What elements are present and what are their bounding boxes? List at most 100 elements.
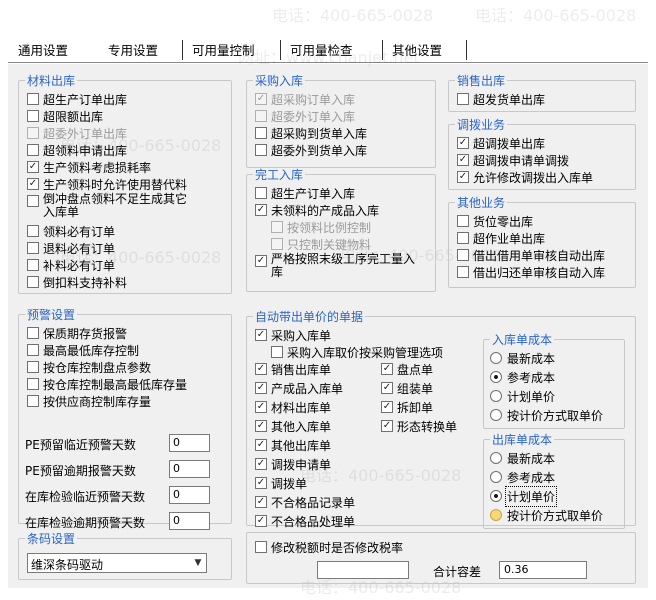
- checkbox-option[interactable]: 借出借用单审核自动出库: [457, 247, 605, 264]
- checkbox-option[interactable]: ✓ 销售出库单: [255, 361, 331, 378]
- checkbox-option[interactable]: 按供应商控制库存量: [27, 393, 151, 410]
- radio-unselected[interactable]: [490, 471, 502, 483]
- radio-selected[interactable]: [490, 490, 502, 502]
- checkbox-option[interactable]: ✓ 超调拨申请单调拨: [457, 152, 569, 169]
- checkbox-unchecked[interactable]: [255, 127, 267, 139]
- checkbox-option[interactable]: 最高最低库存控制: [27, 342, 139, 359]
- checkbox-unchecked[interactable]: [457, 215, 469, 227]
- checkbox-option[interactable]: ✓ 超调拨单出库: [457, 135, 545, 152]
- radio-selected[interactable]: [490, 371, 502, 383]
- checkbox-option[interactable]: 超领料申请出库: [27, 142, 127, 159]
- checkbox-option[interactable]: 超限额出库: [27, 108, 103, 125]
- checkbox-unchecked[interactable]: [27, 344, 39, 356]
- radio-unselected[interactable]: [490, 352, 502, 364]
- radio-unselected[interactable]: [490, 409, 502, 421]
- radio-unselected[interactable]: [490, 509, 502, 521]
- checkbox-option[interactable]: 货位零出库: [457, 213, 533, 230]
- checkbox-checked[interactable]: ✓: [255, 458, 267, 470]
- checkbox-option[interactable]: ✓ 其他入库单: [255, 418, 331, 435]
- radio-option[interactable]: 计划单价: [490, 486, 558, 507]
- checkbox-option[interactable]: ✓ 生产领料时允许使用替代料: [27, 176, 187, 193]
- checkbox-unchecked[interactable]: [27, 93, 39, 105]
- checkbox-option[interactable]: ✓ 采购入库单: [255, 327, 331, 344]
- radio-option[interactable]: 按计价方式取单价: [490, 507, 603, 524]
- checkbox-checked[interactable]: ✓: [381, 382, 393, 394]
- radio-option[interactable]: 参考成本: [490, 369, 555, 386]
- checkbox-unchecked[interactable]: [27, 276, 39, 288]
- checkbox-option[interactable]: ✓ 盘点单: [381, 361, 433, 378]
- checkbox-checked[interactable]: ✓: [381, 420, 393, 432]
- checkbox-option[interactable]: ✓ 产成品入库单: [255, 380, 343, 397]
- chevron-down-icon[interactable]: ▼: [190, 554, 206, 572]
- checkbox-unchecked[interactable]: [27, 378, 39, 390]
- checkbox-checked[interactable]: ✓: [381, 363, 393, 375]
- tab-available-check[interactable]: 可用量检查: [290, 42, 353, 60]
- stock-inspect-overdue-input[interactable]: 0: [169, 512, 210, 530]
- checkbox-unchecked[interactable]: [27, 327, 39, 339]
- checkbox-unchecked[interactable]: [457, 249, 469, 261]
- checkbox-unchecked[interactable]: [27, 259, 39, 271]
- radio-option[interactable]: 计划单价: [490, 388, 555, 405]
- checkbox-option[interactable]: 倒冲盘点领料不足生成其它入库单: [27, 193, 197, 219]
- checkbox-option[interactable]: ✓ 材料出库单: [255, 399, 331, 416]
- checkbox-option[interactable]: 超委外到货单入库: [255, 142, 367, 159]
- checkbox-option[interactable]: 补料必有订单: [27, 257, 115, 274]
- radio-option[interactable]: 最新成本: [490, 450, 555, 467]
- radio-option[interactable]: 最新成本: [490, 350, 555, 367]
- checkbox-unchecked[interactable]: [271, 346, 283, 358]
- checkbox-option[interactable]: ✓ 调拨申请单: [255, 456, 331, 473]
- pe-reserve-overdue-input[interactable]: 0: [169, 460, 210, 478]
- checkbox-unchecked[interactable]: [27, 361, 39, 373]
- checkbox-option[interactable]: ✓ 形态转换单: [381, 418, 457, 435]
- checkbox-option[interactable]: ✓ 允许修改调拨出入库单: [457, 169, 593, 186]
- tab-special[interactable]: 专用设置: [108, 42, 158, 60]
- checkbox-checked[interactable]: ✓: [381, 401, 393, 413]
- stock-inspect-near-input[interactable]: 0: [169, 486, 210, 504]
- checkbox-option[interactable]: 按仓库控制盘点参数: [27, 359, 151, 376]
- radio-unselected[interactable]: [490, 452, 502, 464]
- checkbox-unchecked[interactable]: [457, 232, 469, 244]
- checkbox-option[interactable]: 领料必有订单: [27, 223, 115, 240]
- checkbox-checked[interactable]: ✓: [255, 477, 267, 489]
- checkbox-option[interactable]: ✓ 调拨单: [255, 475, 307, 492]
- checkbox-option[interactable]: 超生产订单入库: [255, 185, 355, 202]
- tab-available-control[interactable]: 可用量控制: [192, 42, 255, 60]
- checkbox-checked[interactable]: ✓: [255, 204, 267, 216]
- checkbox-option[interactable]: 按仓库控制最高最低库存量: [27, 376, 187, 393]
- checkbox-checked[interactable]: ✓: [255, 496, 267, 508]
- checkbox-checked[interactable]: ✓: [255, 255, 267, 267]
- checkbox-checked[interactable]: ✓: [457, 171, 469, 183]
- checkbox-unchecked[interactable]: [27, 195, 39, 207]
- barcode-driver-select[interactable]: 维深条码驱动 ▼: [27, 553, 207, 573]
- checkbox-option[interactable]: ✓ 不合格品处理单: [255, 513, 355, 530]
- radio-option[interactable]: 参考成本: [490, 469, 555, 486]
- checkbox-checked[interactable]: ✓: [457, 137, 469, 149]
- checkbox-option[interactable]: ✓ 严格按照末级工序完工量入库: [255, 253, 425, 279]
- checkbox-unchecked[interactable]: [27, 110, 39, 122]
- checkbox-option[interactable]: 超发货单出库: [457, 91, 545, 108]
- checkbox-option[interactable]: ✓ 生产领料考虑损耗率: [27, 159, 151, 176]
- checkbox-checked[interactable]: ✓: [255, 382, 267, 394]
- checkbox-unchecked[interactable]: [255, 144, 267, 156]
- modify-tax-rate-checkbox[interactable]: 修改税额时是否修改税率: [255, 539, 403, 556]
- checkbox-option[interactable]: ✓ 其他出库单: [255, 437, 331, 454]
- checkbox-option[interactable]: ✓ 组装单: [381, 380, 433, 397]
- checkbox-box[interactable]: [255, 541, 267, 553]
- checkbox-option[interactable]: 借出归还单审核自动入库: [457, 264, 605, 281]
- checkbox-checked[interactable]: ✓: [457, 154, 469, 166]
- checkbox-option[interactable]: 倒扣料支持补料: [27, 274, 127, 291]
- checkbox-option[interactable]: 超采购到货单入库: [255, 125, 367, 142]
- tab-general[interactable]: 通用设置: [18, 42, 68, 60]
- radio-option[interactable]: 按计价方式取单价: [490, 407, 603, 424]
- checkbox-checked[interactable]: ✓: [255, 401, 267, 413]
- checkbox-checked[interactable]: ✓: [255, 515, 267, 527]
- checkbox-option[interactable]: ✓ 未领料的产成品入库: [255, 202, 379, 219]
- checkbox-option[interactable]: 保质期存货报警: [27, 325, 127, 342]
- checkbox-checked[interactable]: ✓: [255, 420, 267, 432]
- checkbox-option[interactable]: 超作业单出库: [457, 230, 545, 247]
- checkbox-unchecked[interactable]: [27, 144, 39, 156]
- checkbox-checked[interactable]: ✓: [255, 439, 267, 451]
- checkbox-option[interactable]: 退料必有订单: [27, 240, 115, 257]
- checkbox-option[interactable]: 超生产订单出库: [27, 91, 127, 108]
- checkbox-option[interactable]: ✓ 不合格品记录单: [255, 494, 355, 511]
